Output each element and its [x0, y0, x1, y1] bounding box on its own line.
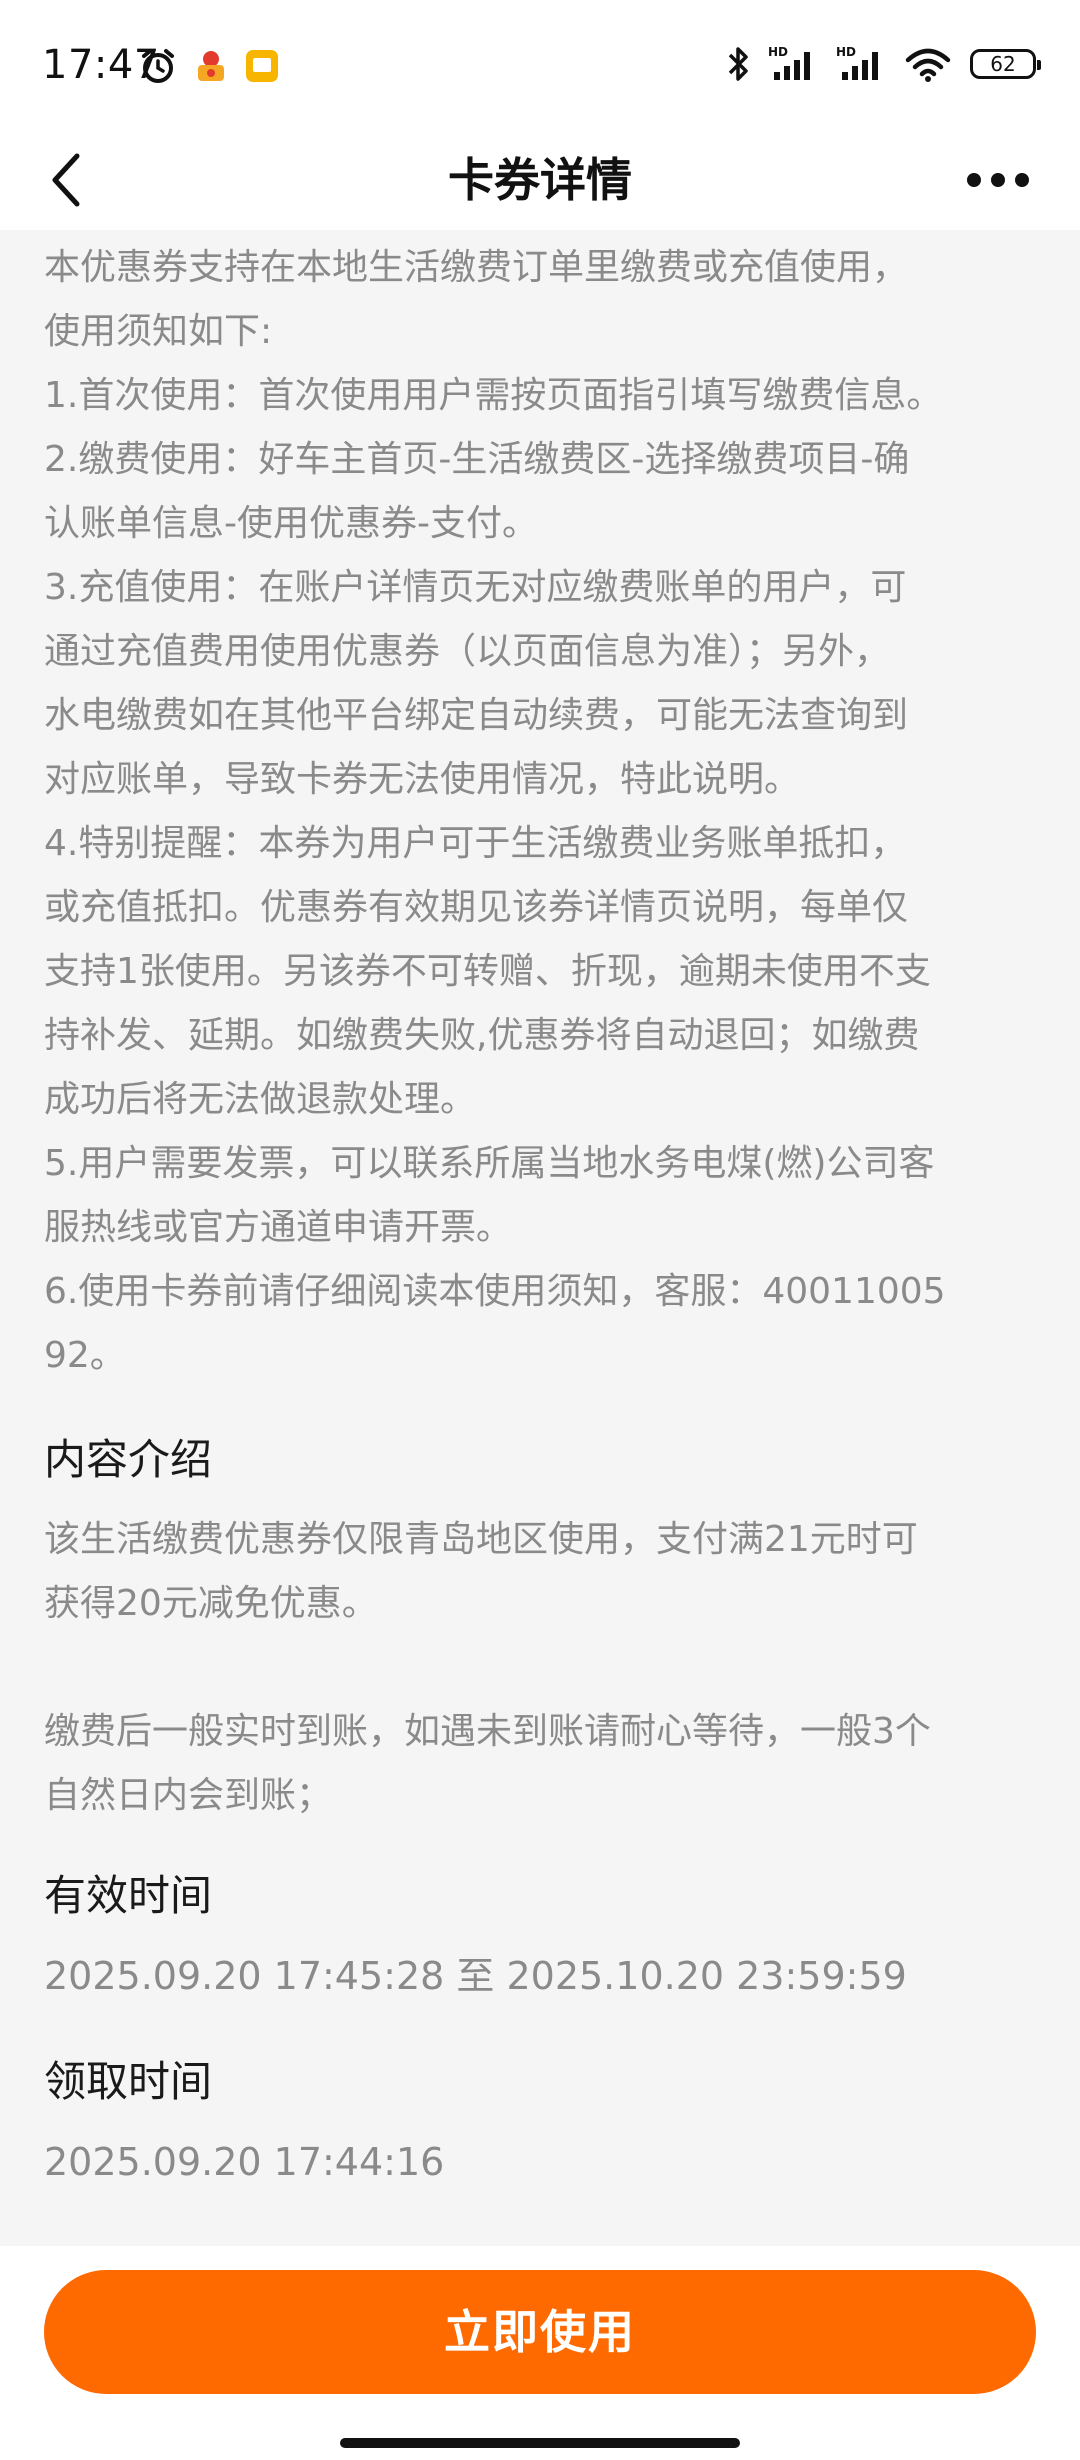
notice-line: 或充值抵扣。优惠券有效期见该券详情页说明，每单仅: [44, 887, 909, 928]
intro-title: 内容介绍: [44, 1435, 213, 1484]
more-options-button[interactable]: [938, 144, 1058, 216]
notice-line: 认账单信息-使用优惠券-支付。: [44, 503, 538, 544]
notice-line: 通过充值费用使用优惠券（以页面信息为准）；另外，: [44, 631, 891, 672]
coupon-detail-content: 本优惠券支持在本地生活缴费订单里缴费或充值使用， 使用须知如下: 1.首次使用：…: [44, 236, 1044, 2192]
notice-line: 持补发、延期。如缴费失败,优惠券将自动退回；如缴费: [44, 1015, 920, 1056]
page-title: 卡券详情: [448, 153, 632, 207]
received-section: 领取时间 2025.09.20 17:44:16: [44, 2052, 1044, 2192]
status-icons-right: HD HD 62: [726, 44, 1041, 84]
received-title: 领取时间: [44, 2057, 213, 2106]
notice-line: 本优惠券支持在本地生活缴费订单里缴费或充值使用，: [44, 247, 909, 288]
battery-level: 62: [990, 52, 1016, 76]
notice-line: 2.缴费使用：好车主首页-生活缴费区-选择缴费项目-确: [44, 439, 910, 480]
svg-text:HD: HD: [836, 45, 856, 59]
more-dot-icon: [1015, 173, 1029, 187]
notice-line: 支持1张使用。另该券不可转赠、折现，逾期未使用不支: [44, 951, 931, 992]
intro-line: 该生活缴费优惠券仅限青岛地区使用，支付满21元时可: [44, 1519, 918, 1560]
battery-icon: 62: [970, 49, 1041, 79]
validity-title: 有效时间: [44, 1871, 213, 1920]
svg-text:HD: HD: [768, 45, 788, 59]
received-value: 2025.09.20 17:44:16: [44, 2140, 445, 2184]
notice-line: 3.充值使用：在账户详情页无对应缴费账单的用户，可: [44, 567, 907, 608]
notice-line: 水电缴费如在其他平台绑定自动续费，可能无法查询到: [44, 695, 909, 736]
home-indicator[interactable]: [340, 2438, 740, 2448]
notice-line: 成功后将无法做退款处理。: [44, 1079, 477, 1120]
intro-body: 该生活缴费优惠券仅限青岛地区使用，支付满21元时可 获得20元减免优惠。 缴费后…: [44, 1508, 1044, 1828]
more-dot-icon: [991, 173, 1005, 187]
message-notification-icon: [246, 50, 278, 82]
more-dot-icon: [967, 173, 981, 187]
notice-line: 对应账单，导致卡券无法使用情况，特此说明。: [44, 759, 801, 800]
validity-value: 2025.09.20 17:45:28 至 2025.10.20 23:59:5…: [44, 1954, 907, 1998]
use-now-button[interactable]: 立即使用: [44, 2270, 1036, 2394]
wifi-icon: [905, 48, 951, 82]
bottom-action-bar: 立即使用: [0, 2246, 1080, 2460]
status-bar: 17:47 HD HD 62: [0, 0, 1080, 130]
notice-line: 6.使用卡券前请仔细阅读本使用须知，客服：40011005: [44, 1271, 946, 1312]
notice-line: 服热线或官方通道申请开票。: [44, 1207, 513, 1248]
notice-line: 4.特别提醒：本券为用户可于生活缴费业务账单抵扣，: [44, 823, 907, 864]
notice-line: 使用须知如下:: [44, 311, 273, 352]
intro-line: 缴费后一般实时到账，如遇未到账请耐心等待，一般3个: [44, 1711, 931, 1752]
alarm-icon: [142, 49, 174, 83]
bluetooth-icon: [728, 47, 748, 81]
notice-line: 92。: [44, 1335, 126, 1376]
notice-line: 5.用户需要发票，可以联系所属当地水务电煤(燃)公司客: [44, 1143, 935, 1184]
signal-2-icon: HD: [836, 45, 878, 80]
validity-section: 有效时间 2025.09.20 17:45:28 至 2025.10.20 23…: [44, 1866, 1044, 2006]
app-notification-icon: [198, 51, 224, 81]
usage-notice: 本优惠券支持在本地生活缴费订单里缴费或充值使用， 使用须知如下: 1.首次使用：…: [44, 236, 1044, 1388]
nav-bar: 卡券详情: [0, 130, 1080, 230]
intro-section: 内容介绍 该生活缴费优惠券仅限青岛地区使用，支付满21元时可 获得20元减免优惠…: [44, 1430, 1044, 1828]
signal-1-icon: HD: [768, 45, 810, 80]
intro-line: 自然日内会到账；: [44, 1775, 333, 1816]
notice-line: 1.首次使用：首次使用用户需按页面指引填写缴费信息。: [44, 375, 943, 416]
intro-line: [44, 1636, 1044, 1700]
intro-line: 获得20元减免优惠。: [44, 1583, 378, 1624]
status-icons-left: [138, 46, 280, 86]
